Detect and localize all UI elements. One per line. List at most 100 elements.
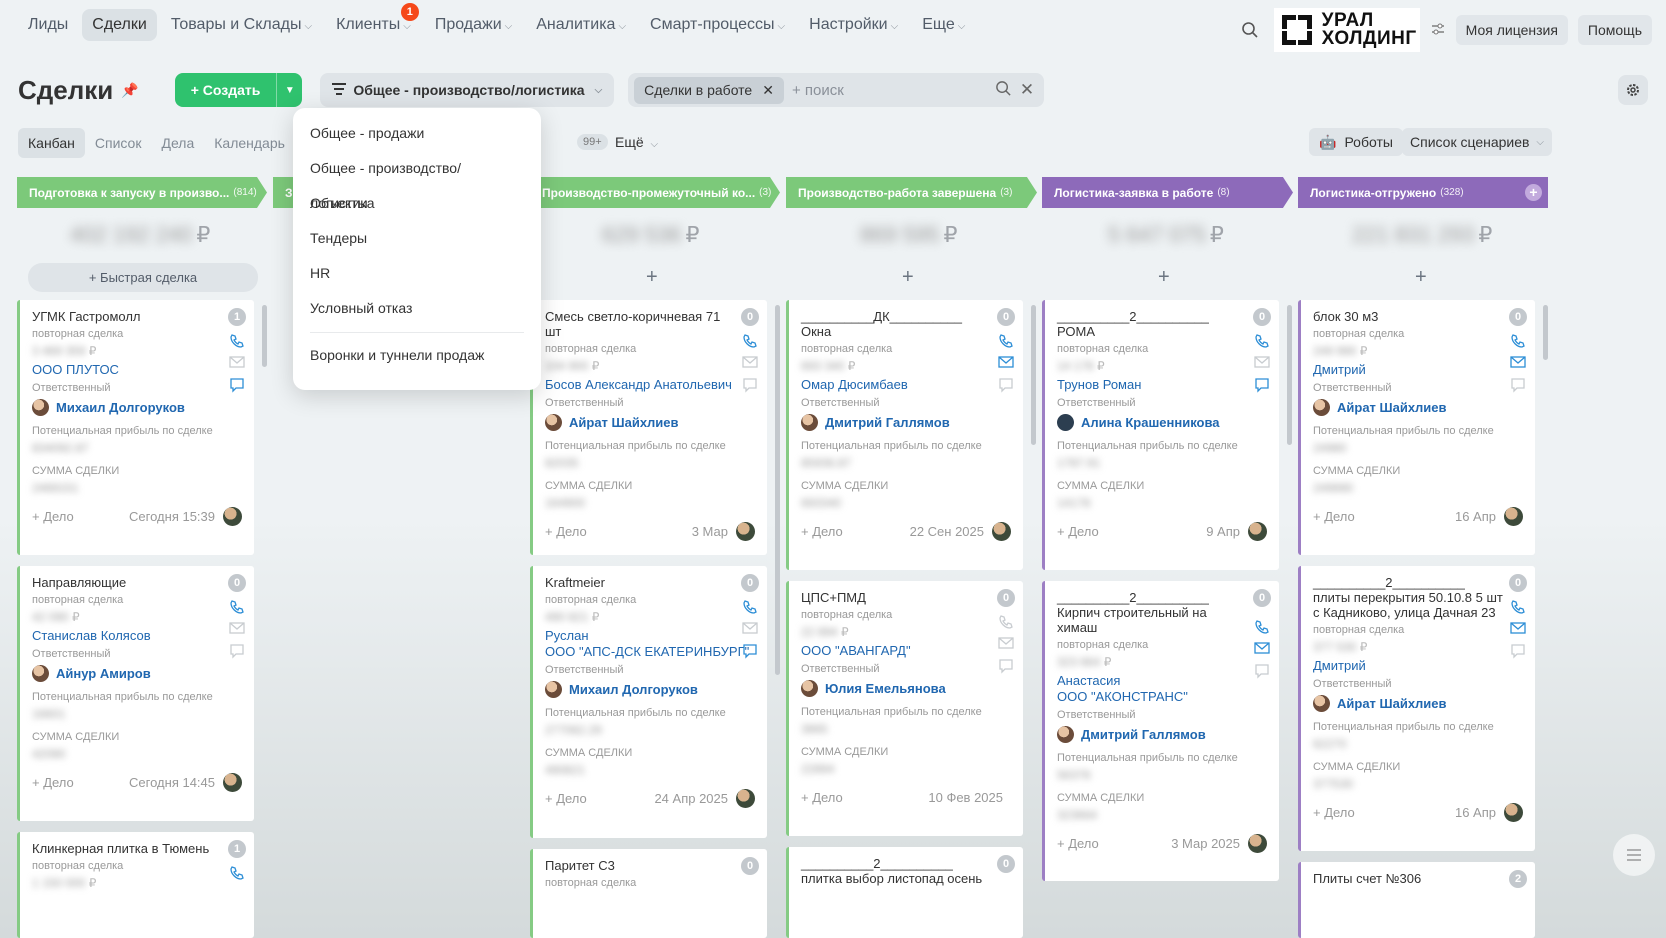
deal-subtitle[interactable]: РОМА [1057,324,1247,339]
nav-smart[interactable]: Смарт-процессы ⌵ [640,9,795,41]
scenarios-button[interactable]: Список сценариев ⌵ [1402,128,1552,156]
deal-card[interactable]: 0 Направляющие повторная сделка 42 090 ₽… [17,566,254,821]
quick-deal-button[interactable]: + Быстрая сделка [28,263,258,292]
responsible-person[interactable]: Михаил Долгоруков [32,399,242,416]
phone-icon[interactable] [742,599,758,615]
client-link[interactable]: Дмитрий [1313,658,1523,674]
search-input[interactable]: + поиск [792,82,987,99]
deal-card[interactable]: 0 __________2__________ плиты перекрытия… [1298,566,1535,851]
nav-settings[interactable]: Настройки ⌵ [799,9,908,41]
deal-title[interactable]: блок 30 м3 [1313,309,1503,324]
mail-icon[interactable] [998,636,1014,652]
stage-header[interactable]: Производство-промежуточный ко... (3) [530,177,780,208]
deal-card[interactable]: 0 __________2__________ Кирпич строитель… [1042,581,1279,881]
mail-icon[interactable] [742,355,758,371]
deal-card[interactable]: 0 Kraftmeier повторная сделка 490 821 ₽ … [530,566,767,838]
nav-sales[interactable]: Продажи ⌵ [425,9,522,41]
client-link[interactable]: Анастасия [1057,673,1267,689]
tab-kanban[interactable]: Канбан [18,128,85,158]
chat-icon[interactable] [1510,377,1526,393]
client-link[interactable]: Дмитрий [1313,362,1523,378]
deal-card[interactable]: 0 ЦПС+ПМД повторная сделка 22 894 ₽ ООО … [786,581,1023,836]
chat-icon[interactable] [229,643,245,659]
deal-title[interactable]: Клинкерная плитка в Тюмень [32,841,222,856]
add-task-button[interactable]: + Дело [32,509,74,524]
client-link[interactable]: Станислав Колясов [32,628,242,644]
phone-icon[interactable] [742,333,758,349]
phone-icon[interactable] [1254,619,1270,635]
menu-icon[interactable] [1613,834,1655,876]
deal-title[interactable]: Паритет С3 [545,858,735,873]
mail-icon[interactable] [1254,355,1270,371]
deal-card[interactable]: 0 Паритет С3 повторная сделка [530,849,767,938]
dropdown-item-refusal[interactable]: Условный отказ [293,291,541,326]
deal-subtitle[interactable]: Окна [801,324,991,339]
deal-title[interactable]: __________ДК__________ [801,309,991,324]
search-icon[interactable] [995,80,1012,100]
filter-chip[interactable]: Сделки в работе ✕ [634,76,784,104]
search-icon[interactable] [1236,16,1264,44]
nav-clients[interactable]: Клиенты ⌵ 1 [326,3,421,41]
scrollbar[interactable] [1031,305,1036,445]
deal-card[interactable]: 0 блок 30 м3 повторная сделка 249 990 ₽ … [1298,300,1535,555]
company-link[interactable]: ООО "АКОНСТРАНС" [1057,689,1267,705]
add-stage-icon[interactable]: + [1525,184,1542,201]
stage-header[interactable]: Логистика-заявка в работе (8) [1042,177,1293,208]
phone-icon[interactable] [1510,333,1526,349]
responsible-person[interactable]: Алина Крашенникова [1057,414,1267,431]
my-license-button[interactable]: Моя лицензия [1455,15,1568,45]
tab-calendar[interactable]: Календарь [204,128,295,158]
responsible-person[interactable]: Михаил Долгоруков [545,681,755,698]
responsible-person[interactable]: Айрат Шайхлиев [1313,695,1523,712]
responsible-person[interactable]: Айрат Шайхлиев [1313,399,1523,416]
responsible-person[interactable]: Айнур Амиров [32,665,242,682]
add-deal-icon[interactable]: + [1158,266,1170,289]
add-task-button[interactable]: + Дело [545,524,587,539]
close-icon[interactable]: ✕ [762,82,774,99]
nav-deals[interactable]: Сделки [82,9,157,41]
create-button[interactable]: + Создать ▼ [174,73,303,107]
add-deal-icon[interactable]: + [646,266,658,289]
add-task-button[interactable]: + Дело [1057,524,1099,539]
mail-icon[interactable] [1510,355,1526,371]
funnel-selector[interactable]: Общее - производство/логистика ⌵ [320,73,615,107]
client-link[interactable]: ООО "АВАНГАРД" [801,643,1011,659]
deal-subtitle[interactable]: плитка выбор листопад осень [801,871,991,886]
phone-icon[interactable] [229,865,245,881]
clear-icon[interactable]: ✕ [1020,80,1034,100]
client-link[interactable]: Босов Александр Анатольевич [545,377,755,393]
company-link[interactable]: ООО "АПС-ДСК ЕКАТЕРИНБУРГ" [545,644,755,660]
mail-icon[interactable] [229,355,245,371]
phone-icon[interactable] [1254,333,1270,349]
add-deal-icon[interactable]: + [902,266,914,289]
deal-card[interactable]: 0 Смесь светло-коричневая 71 шт повторна… [530,300,767,555]
chat-icon[interactable] [742,643,758,659]
phone-icon[interactable] [229,599,245,615]
mail-icon[interactable] [998,355,1014,371]
add-task-button[interactable]: + Дело [32,775,74,790]
deal-title[interactable]: УГМК Гастромолл [32,309,222,324]
responsible-person[interactable]: Дмитрий Галлямов [801,414,1011,431]
deal-card[interactable]: 1 УГМК Гастромолл повторная сделка 3 469… [17,300,254,555]
deal-title[interactable]: Смесь светло-коричневая 71 шт [545,309,735,339]
chat-icon[interactable] [1254,377,1270,393]
stage-header[interactable]: Производство-работа завершена (3) [786,177,1037,208]
robots-button[interactable]: 🤖 Роботы [1309,128,1403,156]
scrollbar[interactable] [262,305,267,367]
deal-title[interactable]: ЦПС+ПМД [801,590,991,605]
pin-icon[interactable]: 📌 [121,82,138,99]
stage-header[interactable]: Подготовка к запуску в произво... (814) [17,177,267,208]
tab-list[interactable]: Список [85,128,152,158]
tab-tasks[interactable]: Дела [151,128,204,158]
nav-more[interactable]: Еще ⌵ [912,9,975,41]
responsible-person[interactable]: Дмитрий Галлямов [1057,726,1267,743]
scrollbar[interactable] [1543,305,1548,360]
gear-icon[interactable] [1618,75,1648,105]
phone-icon[interactable] [229,333,245,349]
deal-card[interactable]: 0 __________ДК__________ Окна повторная … [786,300,1023,570]
add-task-button[interactable]: + Дело [545,791,587,806]
more-menu[interactable]: Ещё ⌵ [615,134,658,150]
mail-icon[interactable] [742,621,758,637]
dropdown-item-tenders[interactable]: Тендеры [293,221,541,256]
mail-icon[interactable] [1510,621,1526,637]
